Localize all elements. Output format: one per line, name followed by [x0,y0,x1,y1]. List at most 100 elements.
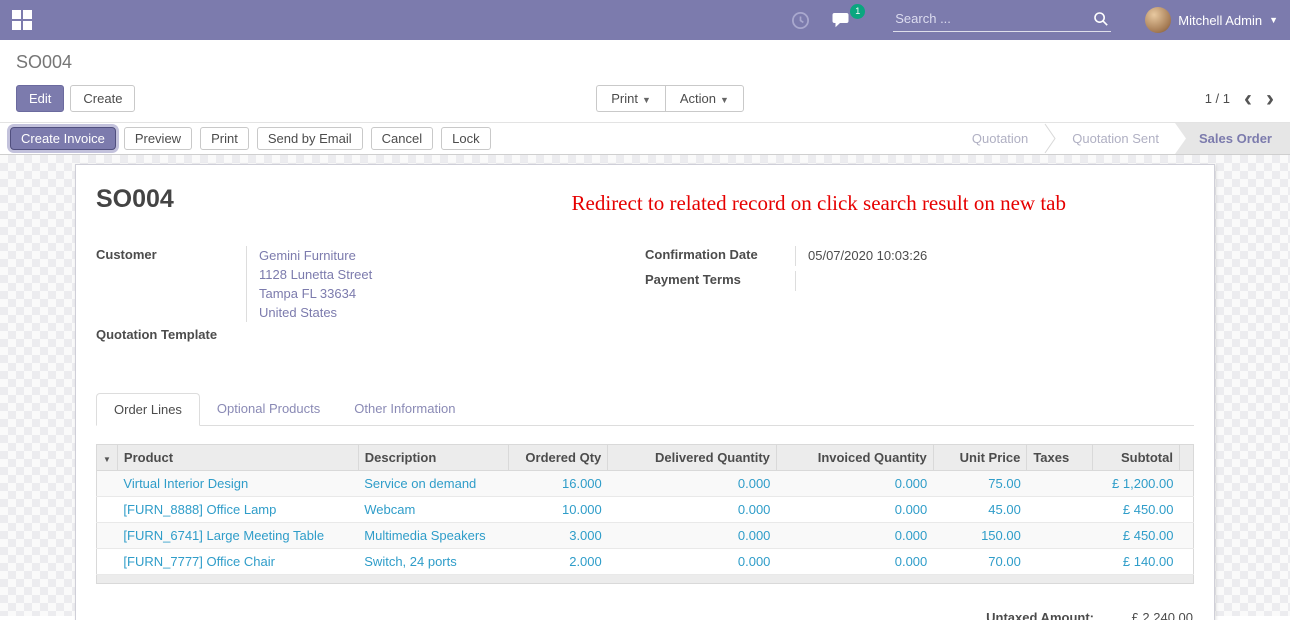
table-row[interactable]: [FURN_8888] Office Lamp Webcam 10.000 0.… [97,497,1194,523]
pager-previous-icon[interactable]: ‹ [1244,90,1252,108]
cell-unit-price[interactable]: 70.00 [933,549,1027,575]
cell-invoiced-qty[interactable]: 0.000 [776,497,933,523]
confirmation-date-value[interactable]: 05/07/2020 10:03:26 [795,246,1194,266]
cell-description[interactable]: Webcam [358,497,508,523]
cell-invoiced-qty[interactable]: 0.000 [776,523,933,549]
state-quotation-sent[interactable]: Quotation Sent [1056,123,1175,154]
top-navbar: 1 Mitchell Admin ▼ [0,0,1290,40]
breadcrumb[interactable]: SO004 [16,52,1274,73]
table-row[interactable]: Virtual Interior Design Service on deman… [97,471,1194,497]
red-annotation-text: Redirect to related record on click sear… [572,191,1066,216]
chevron-separator-icon [1044,123,1056,154]
col-invoiced-quantity[interactable]: Invoiced Quantity [776,445,933,471]
notebook-tabs: Order Lines Optional Products Other Info… [96,392,1194,426]
cell-ordered-qty[interactable]: 2.000 [508,549,608,575]
send-by-email-button[interactable]: Send by Email [257,127,363,150]
col-ordered-qty[interactable]: Ordered Qty [508,445,608,471]
tab-other-information[interactable]: Other Information [337,393,472,426]
cell-product[interactable]: [FURN_8888] Office Lamp [117,497,358,523]
col-product[interactable]: Product [117,445,358,471]
cell-product[interactable]: [FURN_7777] Office Chair [117,549,358,575]
cell-subtotal[interactable]: £ 450.00 [1092,523,1179,549]
cell-delivered-qty[interactable]: 0.000 [608,471,777,497]
form-view-background: SO004 Redirect to related record on clic… [0,155,1290,616]
list-toggle-icon[interactable]: ▼ [103,455,111,464]
col-delivered-quantity[interactable]: Delivered Quantity [608,445,777,471]
order-totals: Untaxed Amount: £ 2,240.00 [96,610,1194,620]
chevron-down-icon: ▼ [642,95,651,105]
search-icon[interactable] [1093,11,1109,27]
cell-taxes[interactable] [1027,497,1092,523]
global-search [893,9,1111,32]
cancel-button[interactable]: Cancel [371,127,433,150]
chevron-down-icon: ▼ [1269,15,1278,25]
untaxed-amount-label: Untaxed Amount: [986,610,1094,620]
messages-icon[interactable]: 1 [832,11,853,30]
cell-ordered-qty[interactable]: 10.000 [508,497,608,523]
table-row[interactable]: [FURN_6741] Large Meeting Table Multimed… [97,523,1194,549]
cell-delivered-qty[interactable]: 0.000 [608,549,777,575]
cell-taxes[interactable] [1027,471,1092,497]
cell-description[interactable]: Multimedia Speakers [358,523,508,549]
cell-invoiced-qty[interactable]: 0.000 [776,471,933,497]
search-input[interactable] [895,11,1093,26]
cell-description[interactable]: Switch, 24 ports [358,549,508,575]
quotation-template-label: Quotation Template [96,326,246,346]
cell-unit-price[interactable]: 75.00 [933,471,1027,497]
table-footer-strip [97,575,1194,584]
apps-menu-icon[interactable] [12,10,32,30]
cell-delivered-qty[interactable]: 0.000 [608,523,777,549]
user-name: Mitchell Admin [1178,13,1262,28]
create-button[interactable]: Create [70,85,135,112]
confirmation-date-label: Confirmation Date [645,246,795,266]
form-sheet: SO004 Redirect to related record on clic… [75,164,1215,620]
chevron-down-icon: ▼ [720,95,729,105]
cell-invoiced-qty[interactable]: 0.000 [776,549,933,575]
pager-next-icon[interactable]: › [1266,90,1274,108]
cell-delivered-qty[interactable]: 0.000 [608,497,777,523]
table-header-row: ▼ Product Description Ordered Qty Delive… [97,445,1194,471]
lock-button[interactable]: Lock [441,127,490,150]
cell-subtotal[interactable]: £ 140.00 [1092,549,1179,575]
cell-taxes[interactable] [1027,523,1092,549]
table-row[interactable]: [FURN_7777] Office Chair Switch, 24 port… [97,549,1194,575]
avatar [1145,7,1171,33]
cell-subtotal[interactable]: £ 1,200.00 [1092,471,1179,497]
quotation-template-value[interactable] [246,326,645,346]
customer-label: Customer [96,246,246,322]
cell-subtotal[interactable]: £ 450.00 [1092,497,1179,523]
print-dropdown-button[interactable]: Print▼ [596,85,665,112]
cell-description[interactable]: Service on demand [358,471,508,497]
user-menu[interactable]: Mitchell Admin ▼ [1145,7,1278,33]
cell-ordered-qty[interactable]: 3.000 [508,523,608,549]
customer-value[interactable]: Gemini Furniture 1128 Lunetta Street Tam… [246,246,645,322]
state-quotation[interactable]: Quotation [956,123,1044,154]
untaxed-amount-value: £ 2,240.00 [1094,610,1193,620]
statusbar: Create Invoice Preview Print Send by Ema… [0,122,1290,155]
print-button[interactable]: Print [200,127,249,150]
payment-terms-value[interactable] [795,271,1194,291]
col-description[interactable]: Description [358,445,508,471]
cell-unit-price[interactable]: 45.00 [933,497,1027,523]
cell-product[interactable]: Virtual Interior Design [117,471,358,497]
state-sales-order[interactable]: Sales Order [1175,123,1290,154]
tab-order-lines[interactable]: Order Lines [96,393,200,426]
edit-button[interactable]: Edit [16,85,64,112]
col-unit-price[interactable]: Unit Price [933,445,1027,471]
cell-product[interactable]: [FURN_6741] Large Meeting Table [117,523,358,549]
cell-unit-price[interactable]: 150.00 [933,523,1027,549]
activities-clock-icon[interactable] [791,11,810,30]
control-panel: SO004 Edit Create Print▼ Action▼ 1 / 1 ‹… [0,40,1290,122]
col-taxes[interactable]: Taxes [1027,445,1092,471]
cell-taxes[interactable] [1027,549,1092,575]
messages-count-badge: 1 [850,4,865,19]
order-lines-table: ▼ Product Description Ordered Qty Delive… [96,444,1194,584]
payment-terms-label: Payment Terms [645,271,795,291]
tab-optional-products[interactable]: Optional Products [200,393,337,426]
action-dropdown-button[interactable]: Action▼ [665,85,744,112]
create-invoice-button[interactable]: Create Invoice [10,127,116,150]
preview-button[interactable]: Preview [124,127,192,150]
cell-ordered-qty[interactable]: 16.000 [508,471,608,497]
col-subtotal[interactable]: Subtotal [1092,445,1179,471]
order-title: SO004 [96,185,174,214]
